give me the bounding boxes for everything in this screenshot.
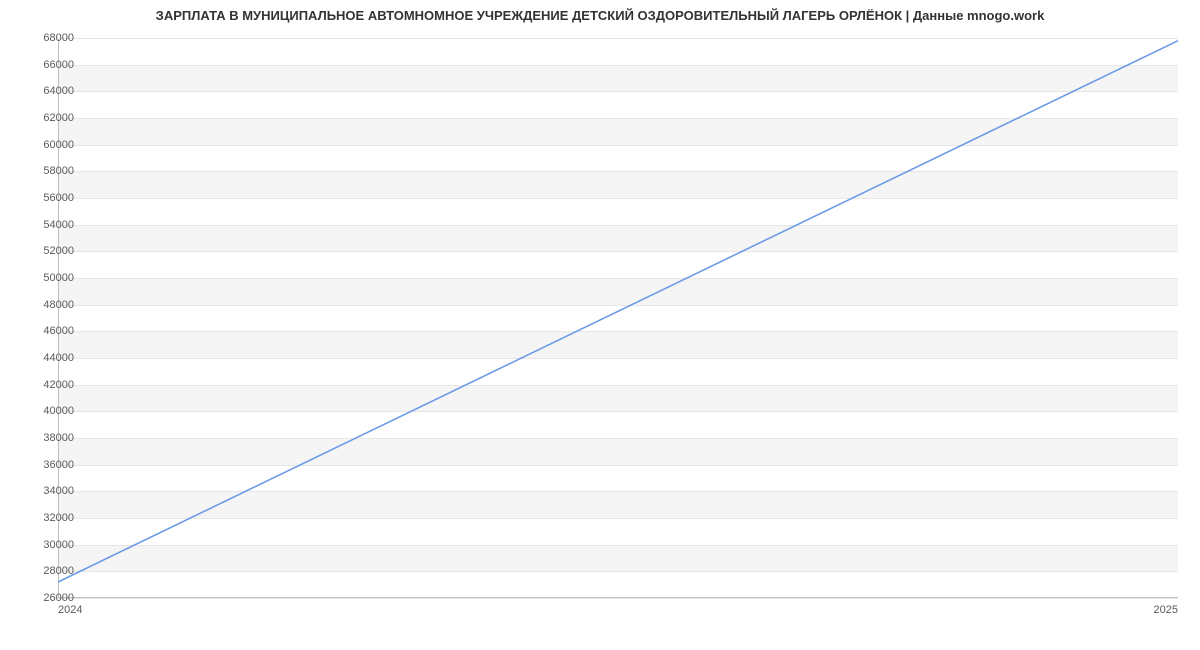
y-tick-label: 68000 — [14, 32, 74, 44]
y-tick-label: 58000 — [14, 165, 74, 177]
y-tick-label: 34000 — [14, 485, 74, 497]
y-tick-label: 60000 — [14, 139, 74, 151]
y-tick-label: 26000 — [14, 592, 74, 604]
chart-title: ЗАРПЛАТА В МУНИЦИПАЛЬНОЕ АВТОМНОМНОЕ УЧР… — [0, 0, 1200, 23]
y-tick-label: 44000 — [14, 352, 74, 364]
chart-area: 26000 28000 30000 32000 34000 36000 38000 40000… — [0, 28, 1200, 628]
line-series-layer — [58, 38, 1178, 598]
plot-area — [58, 38, 1178, 598]
gridline — [58, 598, 1178, 599]
y-tick-label: 46000 — [14, 325, 74, 337]
y-tick-label: 54000 — [14, 219, 74, 231]
x-tick-label: 2025 — [1154, 604, 1178, 616]
y-tick-label: 38000 — [14, 432, 74, 444]
y-tick-label: 42000 — [14, 379, 74, 391]
y-tick-label: 30000 — [14, 539, 74, 551]
x-tick-label: 2024 — [58, 604, 82, 616]
y-tick-label: 64000 — [14, 85, 74, 97]
y-tick-label: 32000 — [14, 512, 74, 524]
y-tick-label: 52000 — [14, 245, 74, 257]
y-tick-label: 36000 — [14, 459, 74, 471]
y-tick-label: 56000 — [14, 192, 74, 204]
line-series — [58, 41, 1178, 582]
y-tick-label: 66000 — [14, 59, 74, 71]
y-tick-label: 62000 — [14, 112, 74, 124]
y-tick-label: 48000 — [14, 299, 74, 311]
y-tick-label: 40000 — [14, 405, 74, 417]
y-tick-label: 50000 — [14, 272, 74, 284]
y-tick-label: 28000 — [14, 565, 74, 577]
